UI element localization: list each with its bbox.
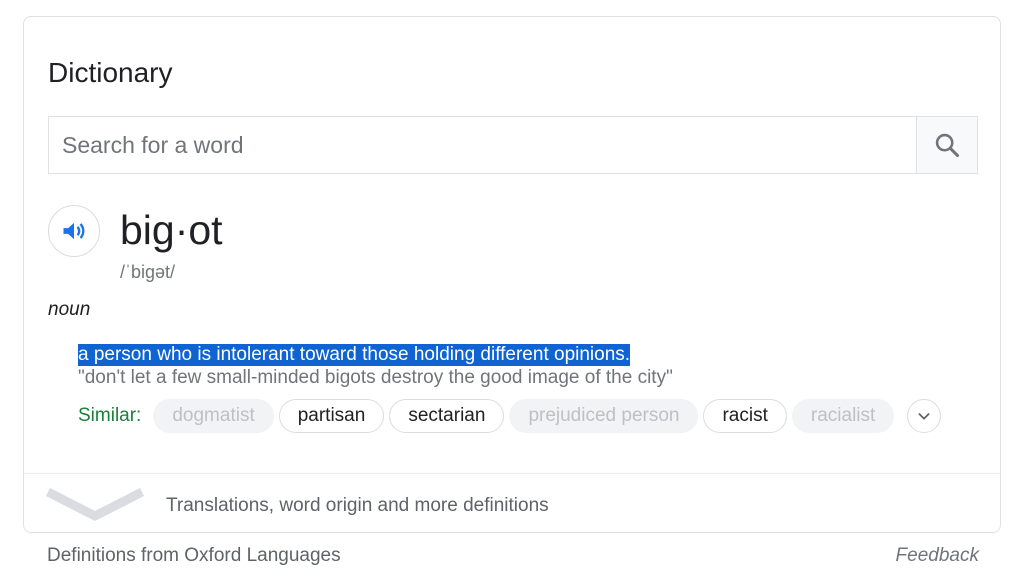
similar-chip-prejudiced-person[interactable]: prejudiced person bbox=[509, 399, 699, 433]
search-icon bbox=[935, 133, 960, 158]
search-box bbox=[48, 116, 978, 174]
part-of-speech: noun bbox=[48, 299, 91, 320]
similar-words-row: Similar: dogmatist partisan sectarian pr… bbox=[78, 398, 942, 434]
chevron-down-icon bbox=[46, 488, 144, 522]
phonetic-spelling: /ˈbiɡət/ bbox=[120, 262, 176, 282]
card-title: Dictionary bbox=[48, 57, 173, 88]
example-sentence: "don't let a few small-minded bigots des… bbox=[78, 367, 673, 388]
dictionary-card: Dictionary big·ot /ˈbiɡət/ noun a person… bbox=[23, 16, 1001, 533]
feedback-link[interactable]: Feedback bbox=[896, 545, 979, 567]
search-input[interactable] bbox=[49, 117, 916, 173]
similar-chip-sectarian[interactable]: sectarian bbox=[389, 399, 505, 433]
similar-chip-racist[interactable]: racist bbox=[703, 399, 787, 433]
source-attribution: Definitions from Oxford Languages bbox=[47, 545, 341, 566]
chevron-down-icon bbox=[918, 413, 930, 420]
similar-label: Similar: bbox=[78, 405, 142, 426]
more-similar-button[interactable] bbox=[907, 399, 942, 433]
more-definitions-toggle[interactable]: Translations, word origin and more defin… bbox=[24, 474, 1000, 532]
search-button[interactable] bbox=[916, 117, 977, 173]
similar-chip-dogmatist[interactable]: dogmatist bbox=[153, 399, 274, 433]
speaker-icon bbox=[63, 222, 85, 240]
more-definitions-label: Translations, word origin and more defin… bbox=[166, 495, 549, 516]
similar-chip-racialist[interactable]: racialist bbox=[791, 399, 895, 433]
pronunciation-button[interactable] bbox=[48, 205, 100, 257]
headword: big·ot bbox=[120, 207, 223, 253]
definition-text: a person who is intolerant toward those … bbox=[78, 344, 631, 366]
similar-chip-partisan[interactable]: partisan bbox=[278, 399, 385, 433]
